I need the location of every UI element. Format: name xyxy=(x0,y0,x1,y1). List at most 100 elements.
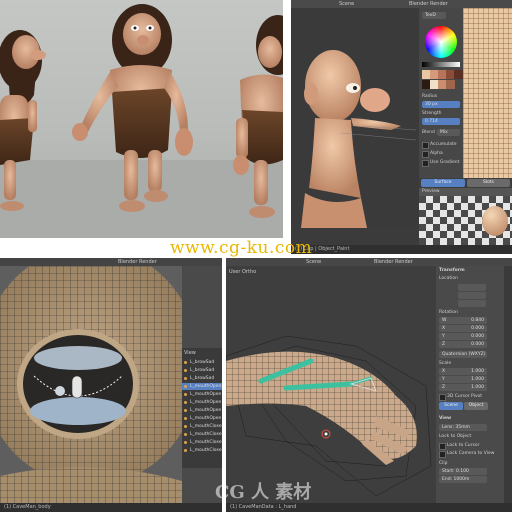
engine-selector[interactable]: Blender Render xyxy=(374,259,413,265)
pivot-checkbox[interactable] xyxy=(439,394,446,401)
value-slider[interactable] xyxy=(422,62,460,67)
preview-sphere xyxy=(482,206,508,236)
top-header: Blender Render xyxy=(0,258,222,266)
lock-cursor-label: Lock to Cursor xyxy=(447,443,480,448)
accumulate-checkbox[interactable] xyxy=(422,142,429,149)
outliner-item[interactable]: L_mouthClose xyxy=(182,423,222,430)
brand-watermark: CG 人 素材 xyxy=(215,482,312,503)
scene-pivot-button[interactable]: Scene xyxy=(439,402,463,410)
outliner-item[interactable]: L_mouthClose xyxy=(182,439,222,446)
outliner-item-label: L_mouthClose xyxy=(190,424,222,429)
outliner-item-label: L_browSad xyxy=(190,368,215,373)
axis-label: Y xyxy=(442,377,445,382)
render-viewport xyxy=(0,0,283,238)
axis-label: W xyxy=(442,318,447,323)
3d-viewport[interactable]: User Ortho xyxy=(226,266,436,503)
axis-value-field[interactable]: W 0.840 xyxy=(439,317,487,324)
character-render xyxy=(0,4,283,238)
lock-cursor-checkbox[interactable] xyxy=(439,443,446,450)
status-bar: (1) CaveManData : L_hand xyxy=(226,503,512,512)
location-label: Location xyxy=(439,276,459,281)
axis-value-field[interactable]: Y 0.000 xyxy=(439,333,487,340)
brush-properties-panel: TexD Radius 30 px Strength 0.714 Blend M… xyxy=(419,8,463,198)
clip-end-value: 1000m xyxy=(453,477,470,482)
blend-dropdown[interactable]: Mix xyxy=(437,129,460,136)
clip-end-field[interactable]: End: 1000m xyxy=(439,476,487,483)
preview-label: Preview xyxy=(422,189,440,194)
outliner-item[interactable]: L_mouthClose xyxy=(182,431,222,438)
shape-key-icon xyxy=(184,433,187,436)
shape-key-icon xyxy=(184,401,187,404)
engine-selector[interactable]: Blender Render xyxy=(118,259,157,265)
location-y-field[interactable] xyxy=(458,292,486,299)
outliner-item-label: L_browSad xyxy=(190,360,215,365)
view-tab[interactable]: View xyxy=(184,350,196,356)
outliner-item-label: L_mouthOpen xyxy=(190,384,222,389)
color-wheel[interactable] xyxy=(425,26,457,58)
texture-paint-window: Scene Blender Render TexD Radius 30 px S… xyxy=(291,0,512,254)
outliner-item[interactable]: L_mouthOpen xyxy=(182,415,222,422)
tab-surface[interactable]: Surface xyxy=(421,179,465,187)
divider-vertical-top xyxy=(283,0,291,254)
axis-label: Z xyxy=(442,385,446,390)
outliner-item[interactable]: L_mouthOpen xyxy=(182,399,222,406)
preview-header: Preview xyxy=(419,188,512,196)
axis-value-field[interactable]: Z 0.000 xyxy=(439,341,487,348)
lock-camera-checkbox[interactable] xyxy=(439,451,446,458)
axis-value-field[interactable]: X 0.000 xyxy=(439,325,487,332)
outliner-list: L_browSad L_browSad L_browSad L_mouthOpen L_… xyxy=(182,359,222,468)
shape-key-icon xyxy=(184,409,187,412)
outliner-item-label: L_mouthOpen xyxy=(190,392,222,397)
axis-value-field[interactable]: X 1.000 xyxy=(439,368,487,375)
shape-key-outliner: View L_browSad L_browSad L_browSad L_mouthO… xyxy=(182,348,222,468)
use-gradient-label: Use Gradient xyxy=(430,160,460,165)
lens-value: 35mm xyxy=(455,425,470,430)
outliner-item[interactable]: L_browSad xyxy=(182,367,222,374)
palette-swatch[interactable] xyxy=(446,80,455,89)
radius-field[interactable]: 30 px xyxy=(422,101,460,108)
axis-value-field[interactable]: Z 1.000 xyxy=(439,384,487,391)
outliner-item[interactable]: L_browSad xyxy=(182,375,222,382)
shape-key-icon xyxy=(184,417,187,420)
alpha-checkbox[interactable] xyxy=(422,151,429,158)
shape-key-icon xyxy=(184,385,187,388)
outliner-item-label: L_mouthOpen xyxy=(190,416,222,421)
material-preview xyxy=(419,196,512,246)
outliner-item-label: L_mouthOpen xyxy=(190,408,222,413)
use-gradient-checkbox[interactable] xyxy=(422,160,429,167)
outliner-item[interactable]: L_mouthClose xyxy=(182,447,222,454)
outliner-item[interactable]: L_mouthOpen xyxy=(182,407,222,414)
top-header: Scene Blender Render xyxy=(226,258,512,266)
scene-menu[interactable]: Scene xyxy=(306,259,321,265)
outliner-item-label: L_mouthClose xyxy=(190,440,222,445)
strength-field[interactable]: 0.714 xyxy=(422,118,460,125)
status-bar: (1) CaveMan_body xyxy=(0,503,222,512)
3d-viewport[interactable] xyxy=(291,8,419,228)
shape-key-icon xyxy=(184,377,187,380)
outliner-item[interactable]: L_mouthOpen xyxy=(182,383,222,390)
scene-menu[interactable]: Scene xyxy=(339,1,354,7)
panel-scrollbar[interactable] xyxy=(504,266,512,503)
palette-swatch[interactable] xyxy=(454,70,463,79)
brush-name-field[interactable]: TexD xyxy=(422,12,446,19)
lens-field[interactable]: Lens: 35mm xyxy=(439,424,487,431)
outliner-item[interactable]: L_browSad xyxy=(182,359,222,366)
lock-camera-label: Lock Camera to View xyxy=(447,451,495,456)
3d-viewport[interactable] xyxy=(0,258,200,512)
outliner-item[interactable]: L_mouthOpen xyxy=(182,391,222,398)
engine-selector[interactable]: Blender Render xyxy=(409,1,448,7)
arm-mesh xyxy=(226,335,432,497)
site-watermark: www.cg-ku.com xyxy=(170,238,313,258)
location-x-field[interactable] xyxy=(458,284,486,291)
clip-start-field[interactable]: Start: 0.100 xyxy=(439,468,487,475)
axis-value: 0.840 xyxy=(471,318,484,323)
uv-texture-view[interactable] xyxy=(463,8,512,178)
axis-value-field[interactable]: Y 1.000 xyxy=(439,376,487,383)
object-pivot-button[interactable]: Object xyxy=(464,402,488,410)
axis-label: Y xyxy=(442,334,445,339)
strength-label: Strength xyxy=(422,111,442,116)
blend-label: Blend xyxy=(422,130,435,135)
location-z-field[interactable] xyxy=(458,300,486,307)
rotation-mode-dropdown[interactable]: Quaternion (WXYZ) xyxy=(439,351,487,358)
tab-slots[interactable]: Slots xyxy=(467,179,510,187)
